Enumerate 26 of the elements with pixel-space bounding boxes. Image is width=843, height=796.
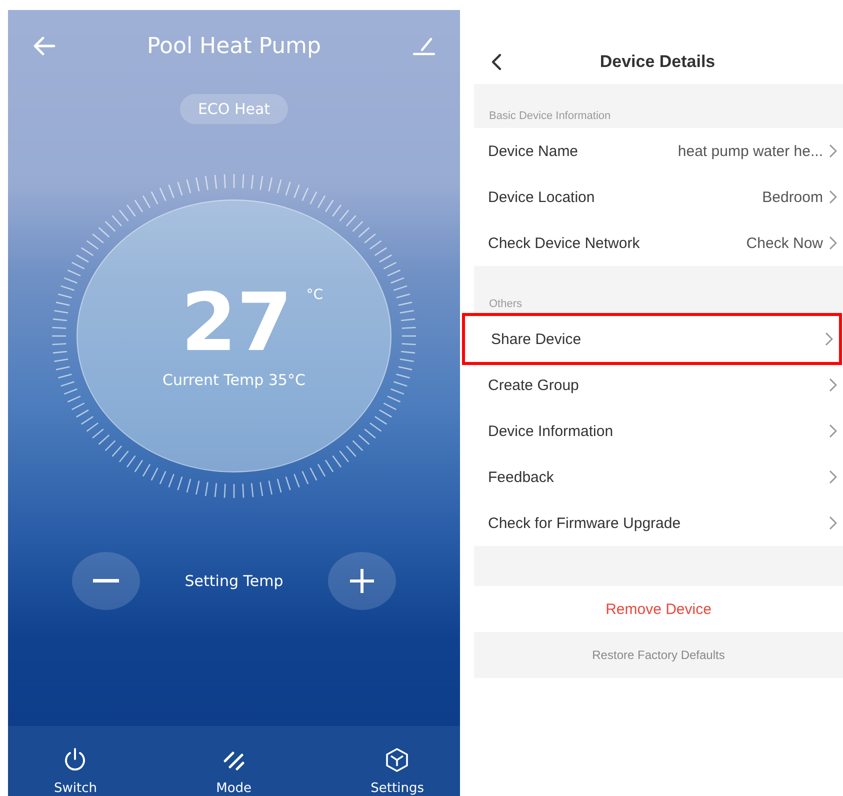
chevron-right-icon (829, 378, 837, 392)
section-heading: Others (489, 298, 522, 310)
setting-temp-label: Setting Temp (184, 572, 284, 590)
section-heading: Basic Device Information (489, 110, 611, 122)
chevron-right-icon (829, 516, 837, 530)
nav-tab[interactable]: Mode (216, 747, 252, 796)
chevron-right-icon (829, 190, 837, 204)
chevron-right-icon (829, 424, 837, 438)
settings-row[interactable]: Share Device (462, 313, 842, 365)
remove-device-button[interactable]: Remove Device (600, 600, 718, 618)
chevron-right-icon (829, 470, 837, 484)
plus-icon (350, 569, 374, 593)
chevron-right-icon (829, 144, 837, 158)
mode-badge: ECO Heat (180, 94, 288, 124)
chevron-right-icon (825, 332, 833, 346)
back-chevron-icon[interactable] (490, 53, 502, 71)
chevron-right-icon (829, 236, 837, 250)
nav-tab[interactable]: Settings (370, 747, 424, 796)
page-title: Device Details (598, 52, 716, 71)
nav-tab[interactable]: Switch (54, 747, 97, 796)
screen-title: Pool Heat Pump (147, 34, 321, 58)
unit-label: °C (306, 287, 324, 303)
set-temperature: 27 (180, 283, 292, 363)
minus-icon (93, 579, 119, 583)
current-temperature: Current Temp 35°C (162, 371, 306, 389)
cube-icon (384, 747, 410, 773)
